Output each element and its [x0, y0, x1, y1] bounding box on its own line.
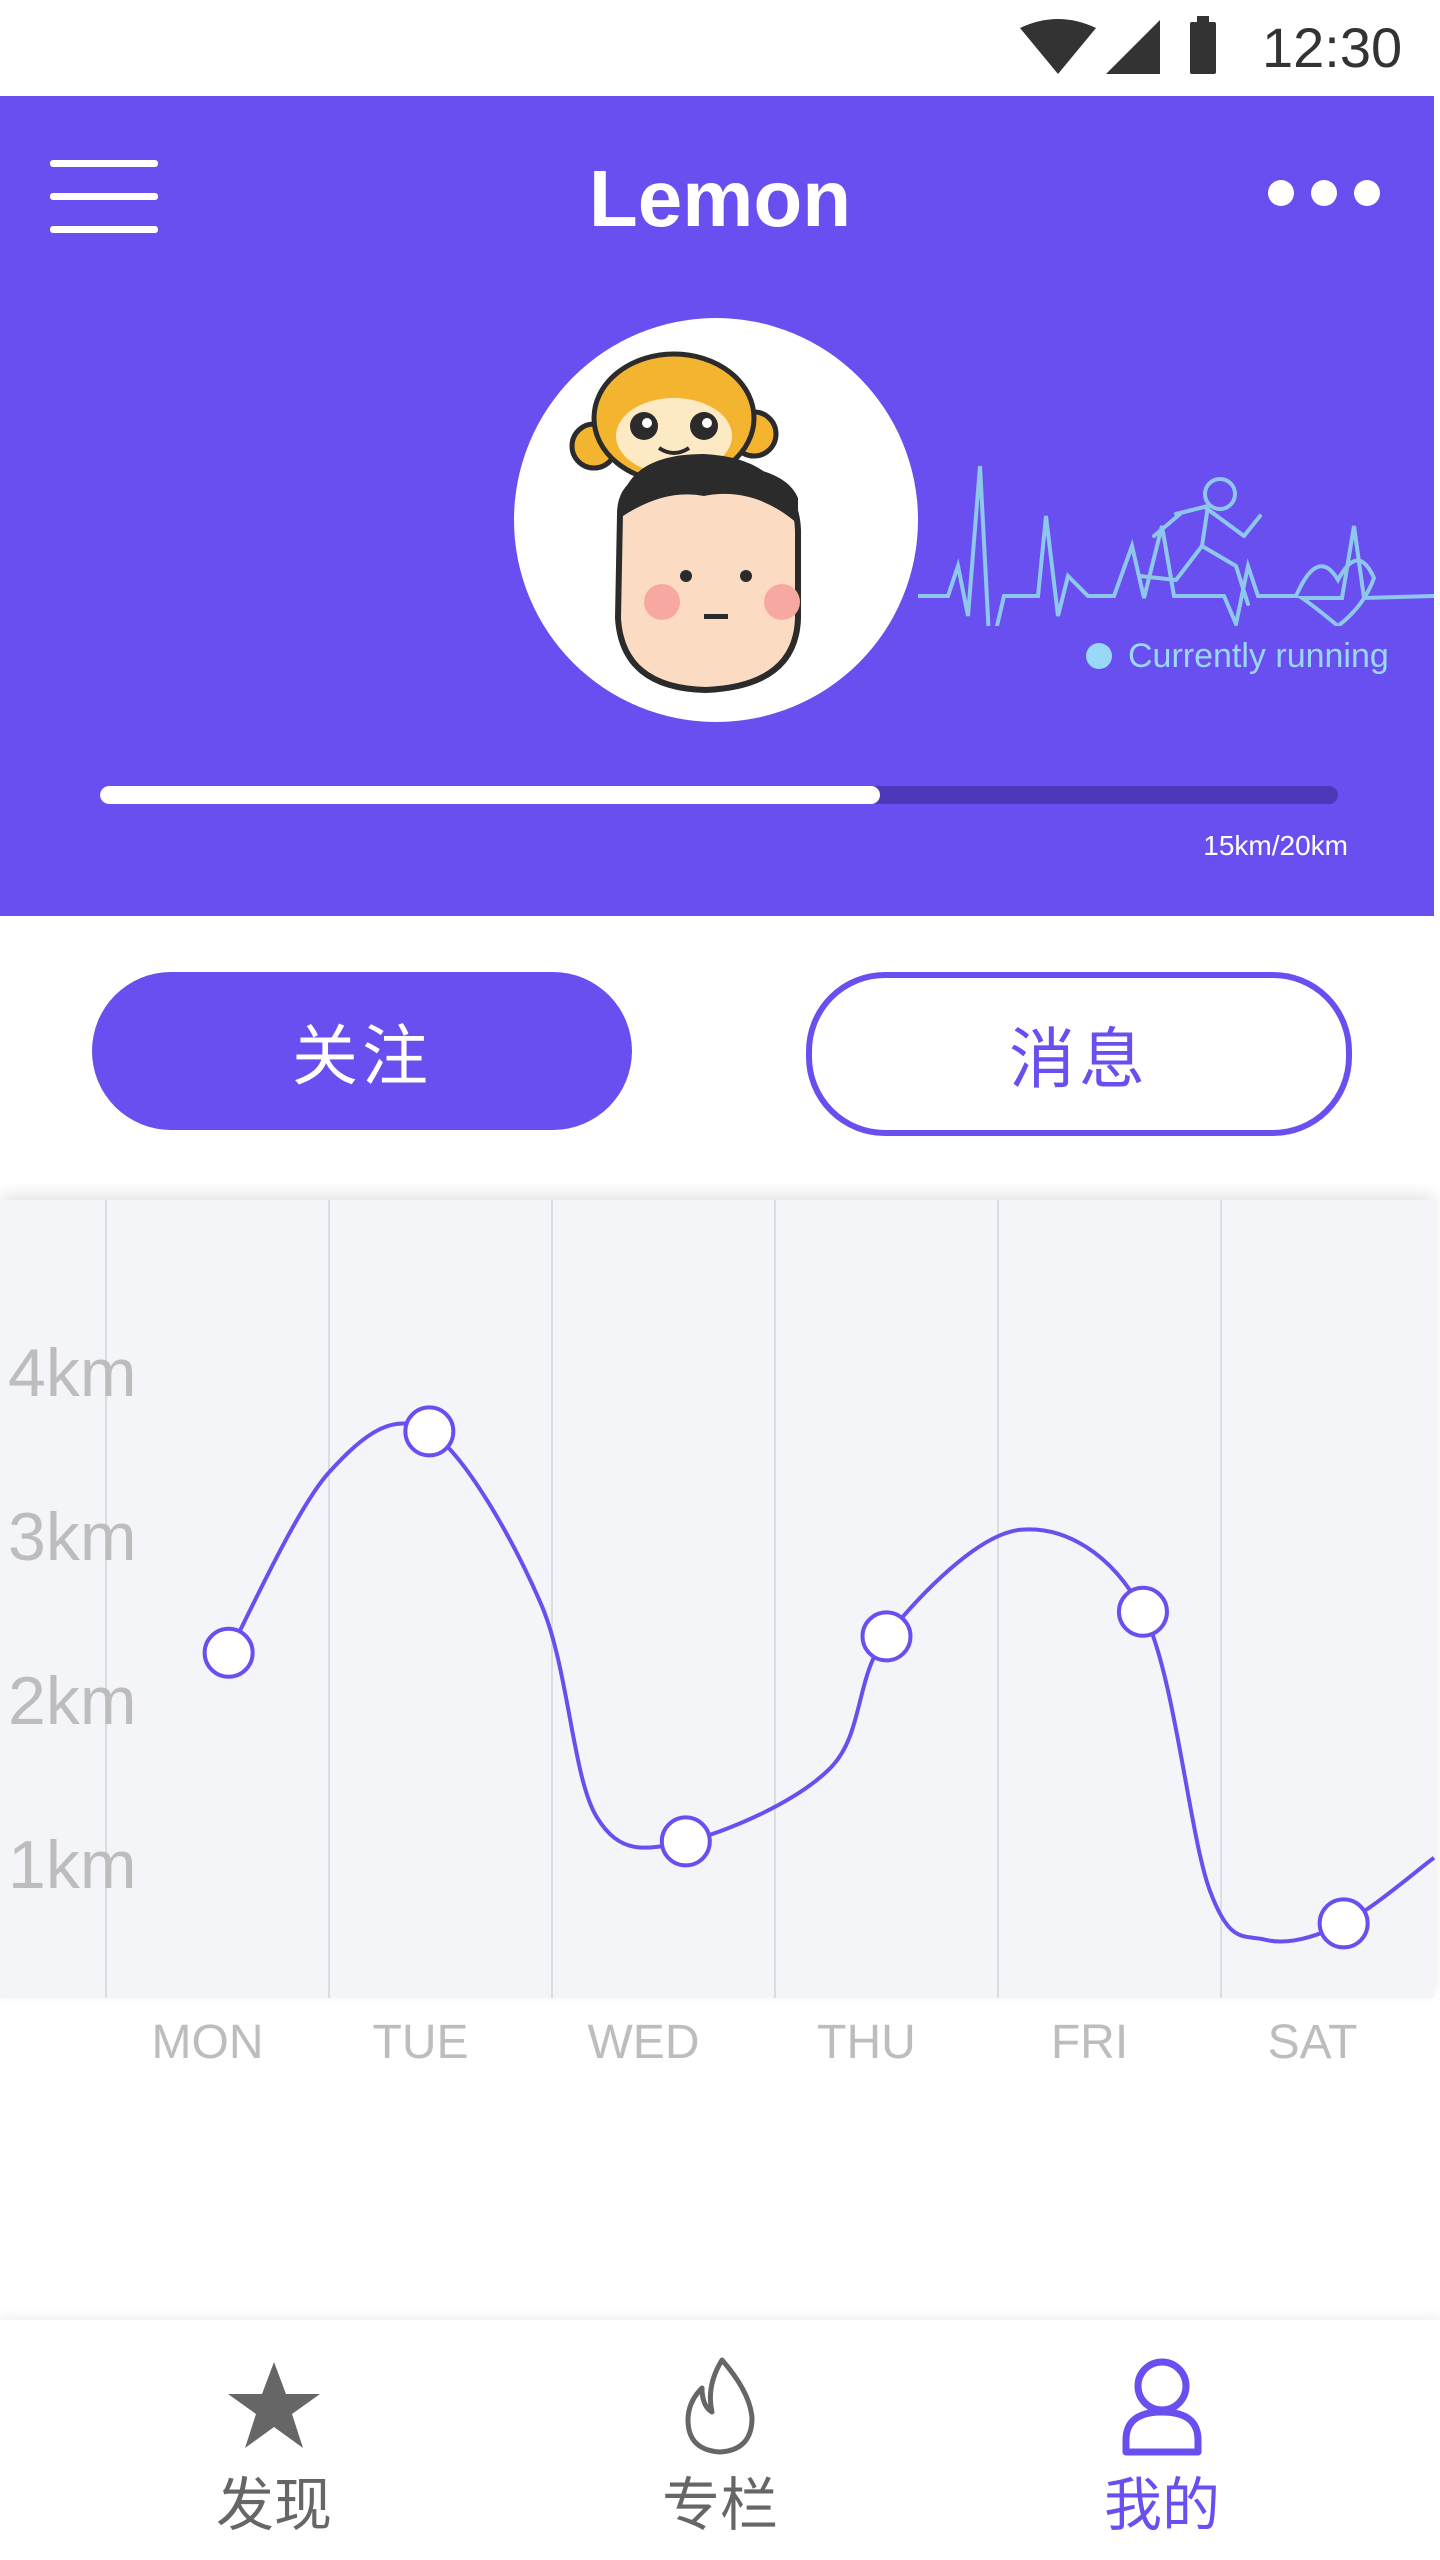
avatar-illustration	[569, 351, 801, 694]
weekly-distance-chart: 4km 3km 2km 1km MON TUE WED THU FRI SAT	[8, 1200, 1436, 2069]
data-point	[860, 1610, 913, 1663]
nav-item-mine[interactable]: 我的	[1012, 2340, 1312, 2550]
follow-button[interactable]: 关注	[92, 972, 632, 1130]
series-line	[226, 1421, 1436, 1944]
nav-item-column[interactable]: 专栏	[570, 2340, 870, 2550]
wifi-icon	[1020, 19, 1096, 74]
x-tick-label: MON	[152, 2016, 264, 2069]
data-point	[1116, 1585, 1169, 1638]
x-tick-label: WED	[588, 2016, 700, 2069]
x-tick-label: THU	[817, 2016, 916, 2069]
y-tick-label: 4km	[8, 1335, 136, 1411]
flame-icon	[685, 2357, 755, 2455]
y-tick-label: 2km	[8, 1663, 136, 1739]
signal-icon	[1106, 20, 1160, 74]
nav-item-discover[interactable]: 发现	[124, 2340, 424, 2550]
x-tick-label: SAT	[1268, 2016, 1358, 2069]
battery-icon	[1190, 16, 1216, 74]
x-tick-label: TUE	[373, 2016, 469, 2069]
nav-label-column: 专栏	[661, 2471, 778, 2539]
y-tick-label: 1km	[8, 1827, 136, 1903]
message-button[interactable]: 消息	[806, 972, 1352, 1136]
profile-header: Lemon Currently running 15km/20km	[0, 96, 1434, 916]
progress-label: 15km/20km	[1203, 830, 1348, 861]
bottom-nav: 发现 专栏 我的	[0, 2320, 1440, 2560]
nav-label-discover: 发现	[215, 2471, 332, 2539]
status-bar: 12:30	[0, 0, 1440, 96]
heartbeat-runner-icon	[918, 465, 1434, 626]
data-point	[202, 1626, 255, 1679]
y-tick-label: 3km	[8, 1499, 136, 1575]
avatar[interactable]	[514, 318, 918, 722]
star-icon	[228, 2362, 320, 2448]
page-title: Lemon	[588, 154, 852, 243]
x-tick-label: FRI	[1051, 2016, 1128, 2069]
status-text: Currently running	[1128, 636, 1389, 675]
person-icon	[1122, 2358, 1202, 2456]
status-time: 12:30	[1262, 16, 1403, 79]
nav-label-mine: 我的	[1103, 2471, 1220, 2539]
progress-fill	[100, 786, 880, 804]
more-button[interactable]	[1268, 178, 1380, 208]
data-point	[659, 1815, 712, 1868]
status-dot-icon	[1086, 643, 1112, 669]
progress-bar	[100, 786, 1338, 804]
data-point	[1317, 1897, 1370, 1950]
data-point	[403, 1405, 456, 1458]
running-status: Currently running	[1086, 634, 1389, 678]
